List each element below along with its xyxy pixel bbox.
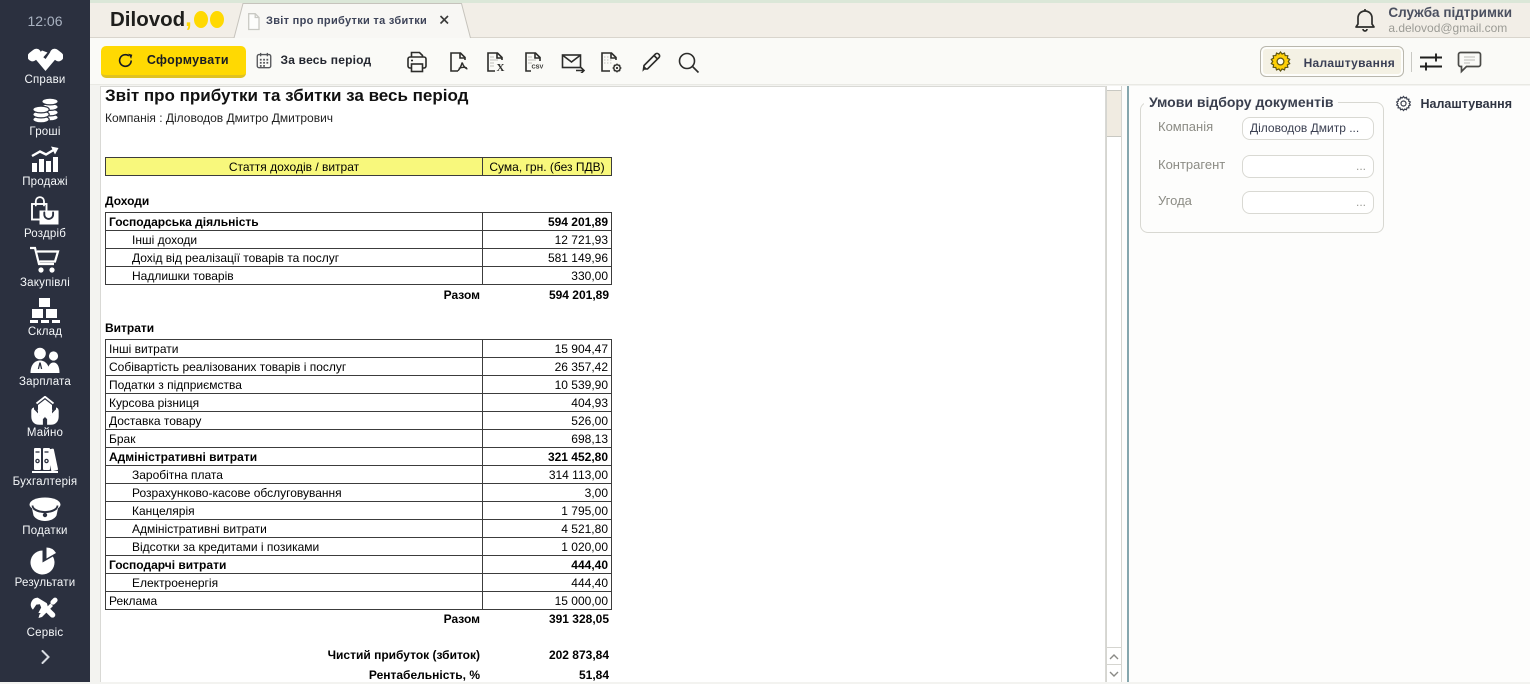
svg-text:X: X <box>497 62 505 73</box>
svg-text:CSV: CSV <box>532 65 544 71</box>
